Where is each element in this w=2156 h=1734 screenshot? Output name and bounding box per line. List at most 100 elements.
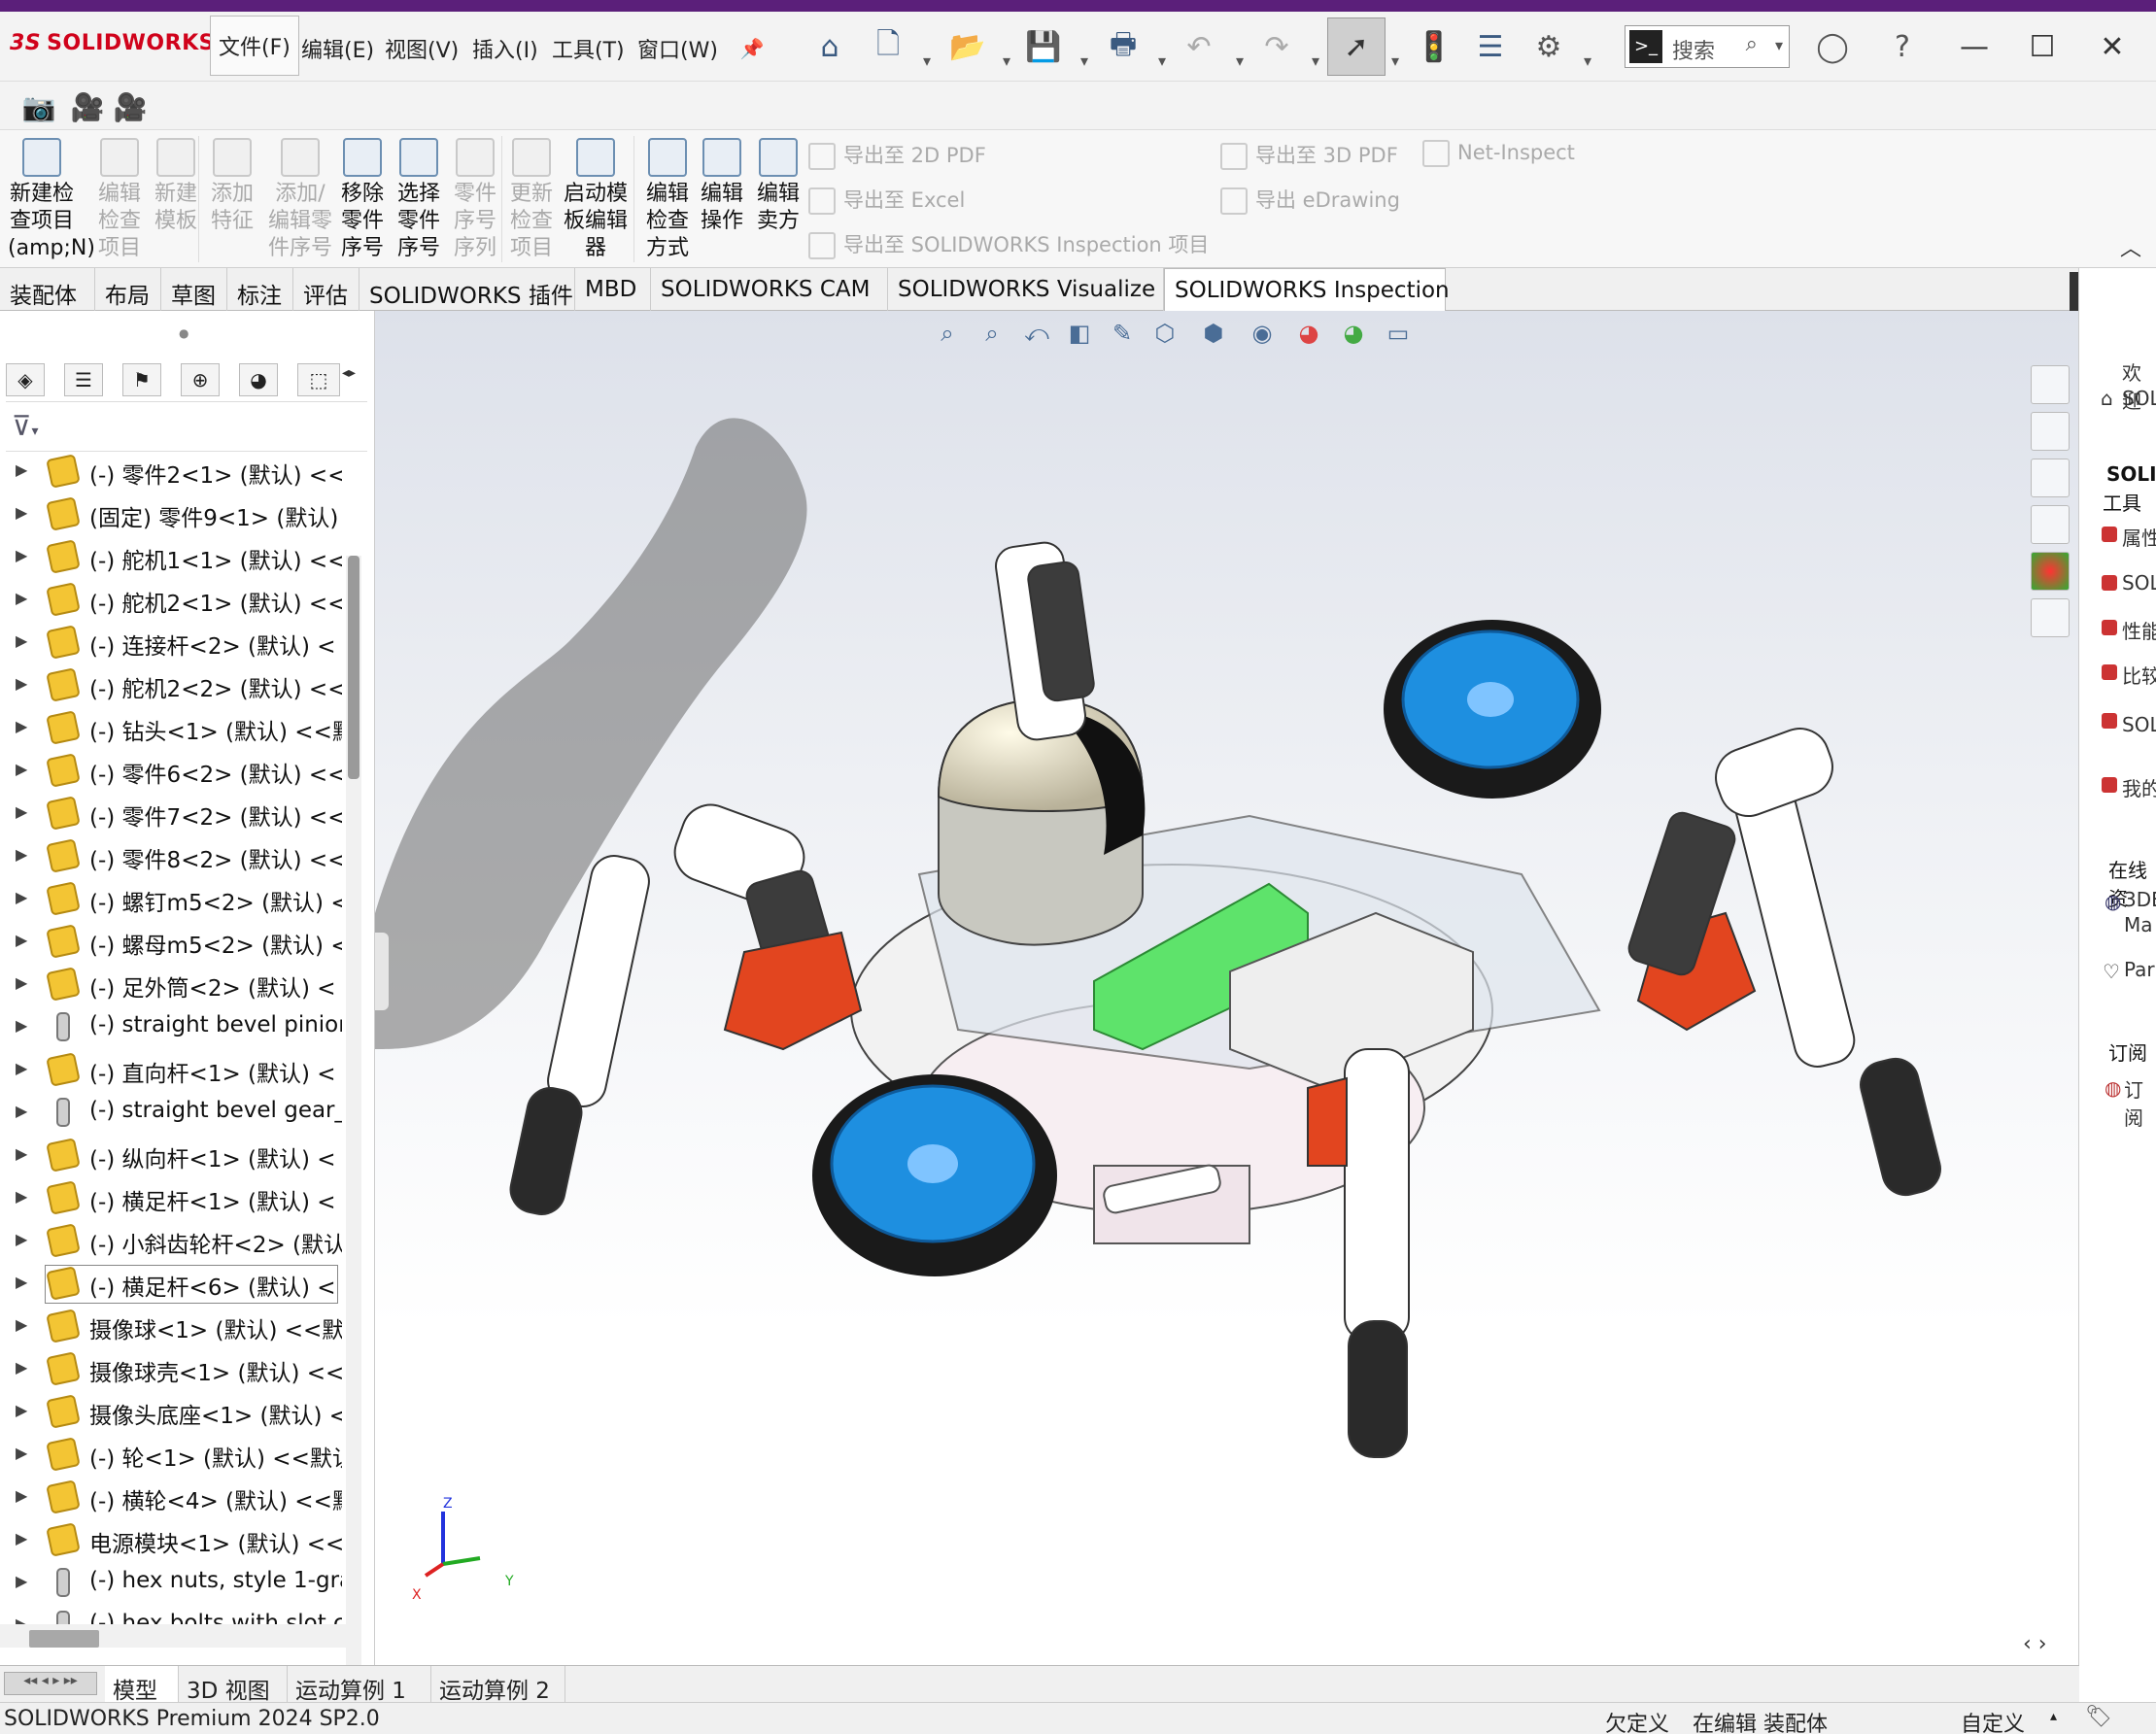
file-explorer-icon[interactable] (2031, 459, 2070, 497)
expand-arrow-icon[interactable]: ▶ (16, 1572, 27, 1590)
tree-item[interactable]: ▶ (-) hex nuts, style 1-gra (0, 1562, 342, 1605)
chevron-down-icon[interactable]: ▾ (1580, 39, 1595, 82)
tag-icon[interactable]: 🏷 (2085, 1705, 2112, 1729)
tab-7[interactable]: MBD (575, 268, 651, 311)
tree-item[interactable]: ▶ (-) straight bevel pinion (0, 1006, 342, 1049)
tree-item[interactable]: ▶ (-) 舵机1<1> (默认) << (0, 536, 342, 579)
home-icon[interactable]: ⌂ (808, 25, 851, 68)
home-pane-icon[interactable] (2031, 365, 2070, 404)
tree-item[interactable]: ▶ (-) 零件6<2> (默认) << (0, 750, 342, 793)
expand-arrow-icon[interactable]: ▶ (16, 845, 27, 864)
bottom-tab-1[interactable]: 模型 (105, 1666, 179, 1704)
tree-scroll-thumb[interactable] (348, 556, 359, 779)
command-button-8[interactable]: 零件 序号 序列 (449, 138, 501, 262)
expand-arrow-icon[interactable]: ▶ (16, 503, 27, 522)
tree-item[interactable]: ▶ 摄像球<1> (默认) <<默 (0, 1306, 342, 1348)
expand-arrow-icon[interactable]: ▶ (16, 1315, 27, 1334)
task-pane-tool-link[interactable]: 我的 (2122, 773, 2156, 801)
command-button-12[interactable]: 编辑 操作 (696, 138, 748, 235)
online-link-ma[interactable]: Ma (2124, 913, 2153, 936)
tab-scroll-arrows[interactable]: ◂◂ ◂ ▸ ▸▸ (4, 1672, 97, 1695)
redo-icon[interactable]: ↷ (1255, 25, 1298, 68)
expand-arrow-icon[interactable]: ▶ (16, 589, 27, 607)
chevron-down-icon[interactable]: ▾ (1154, 39, 1170, 82)
close-icon[interactable]: ✕ (2091, 25, 2134, 68)
expand-arrow-icon[interactable]: ▶ (16, 1358, 27, 1377)
tab-2[interactable]: 布局 (95, 268, 161, 311)
tree-item[interactable]: ▶ (-) 连接杆<2> (默认) < (0, 622, 342, 664)
tree-item[interactable]: ▶ 电源模块<1> (默认) << (0, 1519, 342, 1562)
undo-icon[interactable]: ↶ (1178, 25, 1220, 68)
tree-item[interactable]: ▶ (固定) 零件9<1> (默认) (0, 493, 342, 536)
expand-arrow-icon[interactable]: ▶ (16, 717, 27, 735)
tree-item[interactable]: ▶ (-) 横足杆<6> (默认) < (0, 1263, 342, 1306)
minimize-icon[interactable]: — (1953, 25, 1996, 68)
chevron-down-icon[interactable]: ▾ (1387, 39, 1403, 82)
expand-arrow-icon[interactable]: ▶ (16, 1529, 27, 1547)
menu-edit[interactable]: 编辑(E) (301, 33, 374, 64)
options-list-icon[interactable]: ☰ (1469, 25, 1512, 68)
tree-item[interactable]: ▶ (-) 螺母m5<2> (默认) < (0, 921, 342, 964)
tab-3[interactable]: 草图 (161, 268, 227, 311)
menu-insert[interactable]: 插入(I) (472, 33, 538, 64)
command-button-10[interactable]: 启动模 板编辑器 (562, 138, 630, 262)
expand-arrow-icon[interactable]: ▶ (16, 1059, 27, 1077)
subscribe-link[interactable]: 订阅 (2124, 1074, 2156, 1131)
tree-item[interactable]: ▶ (-) 零件8<2> (默认) << (0, 835, 342, 878)
bottom-tab-4[interactable]: 运动算例 2 (431, 1666, 565, 1704)
units-selector[interactable]: 自定义 (1961, 1707, 2025, 1734)
tree-item[interactable]: ▶ (-) 钻头<1> (默认) <<默 (0, 707, 342, 750)
net-inspect[interactable]: Net-Inspect (1422, 140, 1575, 167)
expand-arrow-icon[interactable]: ▶ (16, 546, 27, 564)
search-box[interactable]: >_ 搜索 ⌕ ▾ (1625, 25, 1790, 68)
gear-icon[interactable]: ⚙ (1527, 25, 1570, 68)
command-button-3[interactable]: 新建 模板 (150, 138, 202, 235)
task-pane-tool-link[interactable]: 比较 (2122, 661, 2156, 689)
tree-item[interactable]: ▶ (-) 横轮<4> (默认) <<默 (0, 1477, 342, 1519)
export-3d-pdf[interactable]: 导出至 3D PDF (1220, 140, 1398, 170)
tab-1[interactable]: 装配体 (0, 268, 95, 311)
tree-item[interactable]: ▶ (-) 螺钉m5<2> (默认) < (0, 878, 342, 921)
command-button-11[interactable]: 编辑 检查 方式 (641, 138, 694, 262)
expand-arrow-icon[interactable]: ▶ (16, 1187, 27, 1206)
solidworks-logo[interactable]: 3S SOLIDWORKS (10, 31, 215, 55)
chevron-down-icon[interactable]: ▾ (1775, 36, 1783, 54)
export-excel[interactable]: 导出至 Excel (808, 185, 965, 215)
command-button-9[interactable]: 更新 检查 项目 (505, 138, 558, 262)
command-button-13[interactable]: 编辑 卖方 (752, 138, 804, 235)
task-pane-tool-link[interactable]: 属性 (2122, 523, 2156, 551)
tab-10[interactable]: SOLIDWORKS Inspection (1164, 268, 1450, 311)
bottom-tab-2[interactable]: 3D 视图 (179, 1666, 288, 1704)
expand-arrow-icon[interactable]: ▶ (16, 1230, 27, 1248)
expand-arrow-icon[interactable]: ▶ (16, 931, 27, 949)
tab-5[interactable]: 评估 (293, 268, 359, 311)
tree-item[interactable]: ▶ (-) 零件7<2> (默认) << (0, 793, 342, 835)
expand-arrow-icon[interactable]: ▶ (16, 1016, 27, 1035)
chevron-down-icon[interactable]: ▾ (1077, 39, 1092, 82)
export-2d-pdf[interactable]: 导出至 2D PDF (808, 140, 986, 170)
online-link-3de[interactable]: 3DE (2124, 888, 2156, 911)
command-button-5[interactable]: 添加/编辑零 件序号 (266, 138, 334, 262)
menu-view[interactable]: 视图(V) (385, 33, 459, 64)
command-button-6[interactable]: 移除 零件 序号 (336, 138, 389, 262)
tab-4[interactable]: 标注 (227, 268, 293, 311)
expand-arrow-icon[interactable]: ▶ (16, 1444, 27, 1462)
collapse-ribbon-icon[interactable]: ︿ (2120, 231, 2141, 262)
custom-properties-icon[interactable] (2031, 598, 2070, 637)
task-pane-tool-link[interactable]: SOL (2122, 571, 2156, 595)
chevron-down-icon[interactable]: ▾ (999, 39, 1014, 82)
tree-item[interactable]: ▶ (-) 横足杆<1> (默认) < (0, 1177, 342, 1220)
tree-item[interactable]: ▶ (-) 零件2<1> (默认) << (0, 451, 342, 493)
tree-item[interactable]: ▶ (-) straight bevel gear_ (0, 1092, 342, 1135)
task-pane-tool-link[interactable]: SOL置向 (2122, 709, 2156, 737)
help-icon[interactable]: ? (1881, 25, 1924, 68)
tree-item[interactable]: ▶ (-) 直向杆<1> (默认) < (0, 1049, 342, 1092)
chevron-up-icon[interactable]: ▴ (2050, 1709, 2057, 1724)
traffic-light-icon[interactable]: 🚦 (1413, 25, 1455, 68)
maximize-icon[interactable]: ☐ (2021, 25, 2064, 68)
export-edrawing[interactable]: 导出 eDrawing (1220, 185, 1400, 215)
task-pane-nav[interactable]: ‹ › (2023, 1632, 2047, 1656)
menu-file[interactable]: 文件(F) (210, 16, 299, 76)
menu-tools[interactable]: 工具(T) (552, 33, 625, 64)
view-palette-icon[interactable] (2031, 505, 2070, 544)
